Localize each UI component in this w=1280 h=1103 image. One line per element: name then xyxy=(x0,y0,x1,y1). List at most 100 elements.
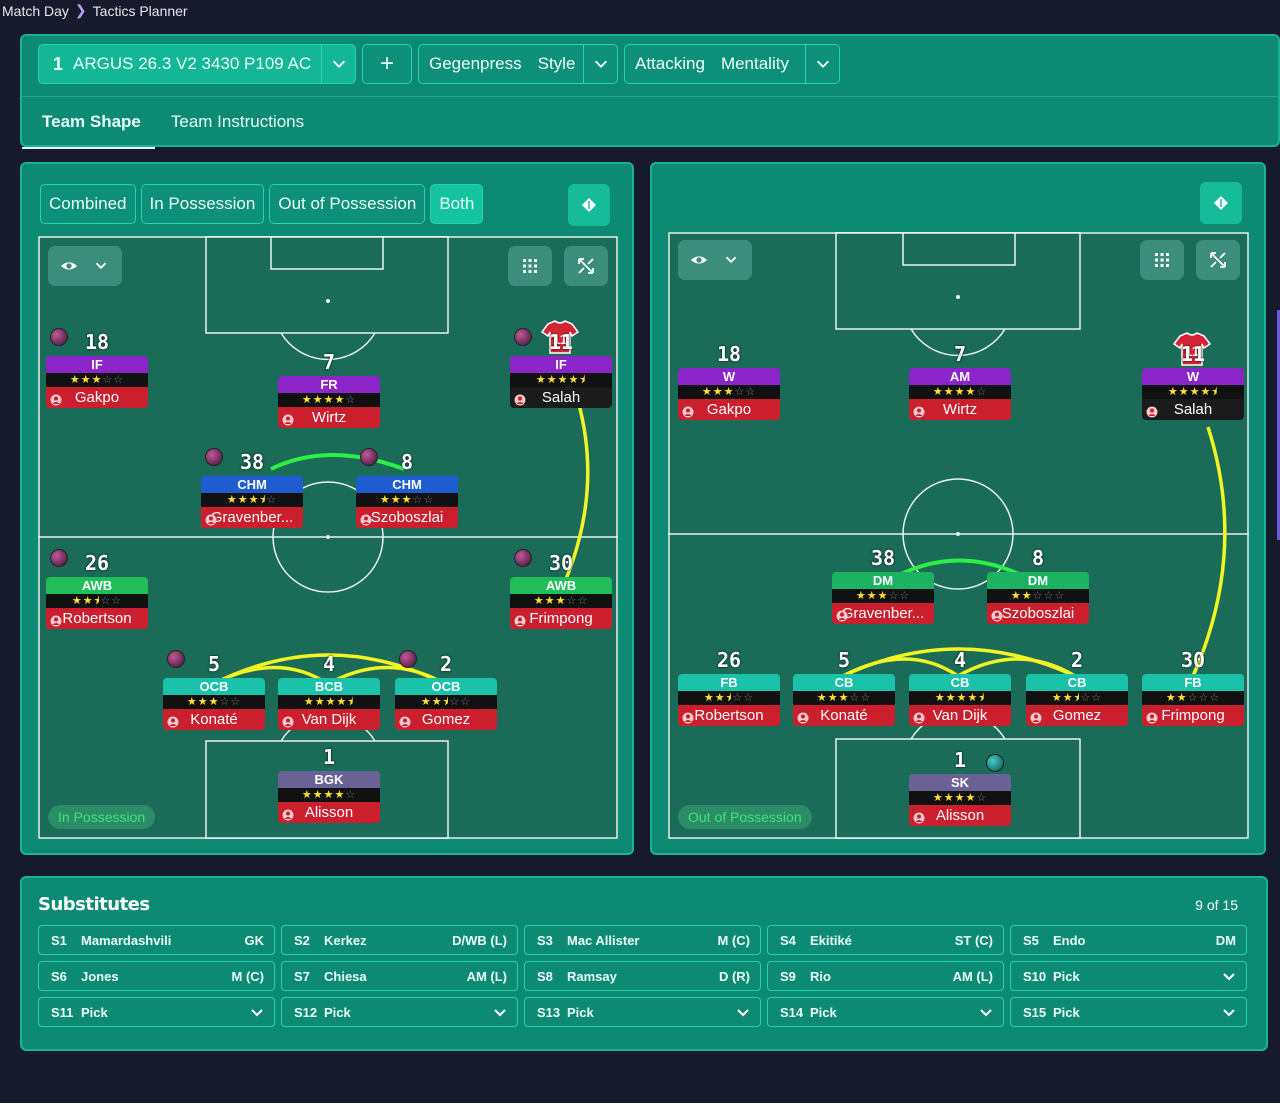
mentality-label: Mentality xyxy=(720,54,789,73)
player-card[interactable]: 8 DM ★★☆☆☆ Szoboszlai xyxy=(987,546,1089,624)
sub-position: M (C) xyxy=(717,932,751,948)
player-card[interactable]: 7 FR ★★★★☆ Wirtz xyxy=(278,350,380,428)
player-number: 38 xyxy=(239,450,265,474)
chevron-down-icon[interactable] xyxy=(979,1005,993,1019)
player-card[interactable]: 5 OCB ★★★☆☆ Konaté xyxy=(163,650,265,730)
diamond-icon[interactable] xyxy=(1200,182,1242,224)
sub-player-name: Ekitiké xyxy=(810,932,852,948)
substitute-slot[interactable]: S11 Pick xyxy=(38,997,275,1027)
chevron-down-icon[interactable] xyxy=(1222,969,1236,983)
expand-icon[interactable] xyxy=(1196,240,1240,280)
substitute-slot[interactable]: S15 Pick xyxy=(1010,997,1247,1027)
add-tactic-button[interactable]: + xyxy=(362,44,412,84)
person-icon xyxy=(991,607,1003,622)
substitute-slot[interactable]: S7 Chiesa AM (L) xyxy=(281,961,518,991)
substitute-slot[interactable]: S4 Ekitiké ST (C) xyxy=(767,925,1004,955)
player-number: 4 xyxy=(322,652,336,676)
player-name-bar: Szoboszlai xyxy=(356,507,458,528)
player-role: CHM xyxy=(356,476,458,493)
player-number: 11 xyxy=(1180,342,1206,366)
player-role: DM xyxy=(832,572,934,589)
view-both-button[interactable]: Both xyxy=(430,184,484,224)
grid-icon[interactable] xyxy=(508,246,552,286)
substitute-slot[interactable]: S10 Pick xyxy=(1010,961,1247,991)
sub-player-name: Kerkez xyxy=(324,932,367,948)
substitute-slot[interactable]: S12 Pick xyxy=(281,997,518,1027)
visibility-toggle[interactable] xyxy=(678,240,752,280)
expand-icon[interactable] xyxy=(564,246,608,286)
chevron-down-icon[interactable] xyxy=(321,45,355,83)
chevron-down-icon[interactable] xyxy=(493,1005,507,1019)
player-card[interactable]: 30 FB ★★☆☆☆ Frimpong xyxy=(1142,648,1244,726)
sub-slot-label: S2 xyxy=(294,932,310,948)
chevron-down-icon[interactable] xyxy=(1222,1005,1236,1019)
player-number: 18 xyxy=(84,330,110,354)
substitute-slot[interactable]: S6 Jones M (C) xyxy=(38,961,275,991)
view-in-possession-button[interactable]: In Possession xyxy=(140,184,265,224)
grid-icon[interactable] xyxy=(1140,240,1184,280)
player-number: 38 xyxy=(870,546,896,570)
player-card[interactable]: 1 SK ★★★★☆ Alisson xyxy=(909,748,1011,826)
player-card[interactable]: 8 CHM ★★★☆☆ Szoboszlai xyxy=(356,448,458,528)
chevron-down-icon[interactable] xyxy=(805,45,839,83)
player-role: FB xyxy=(678,674,780,691)
substitute-slot[interactable]: S2 Kerkez D/WB (L) xyxy=(281,925,518,955)
tab-team-shape[interactable]: Team Shape xyxy=(22,100,155,149)
substitute-slot[interactable]: S13 Pick xyxy=(524,997,761,1027)
substitute-slot[interactable]: S14 Pick xyxy=(767,997,1004,1027)
player-card[interactable]: 38 CHM ★★★⯨☆ Gravenber... xyxy=(201,448,303,528)
mentality-select[interactable]: Attacking Mentality xyxy=(624,44,840,84)
player-card[interactable]: 7 AM ★★★★☆ Wirtz xyxy=(909,342,1011,420)
player-name: Gomez xyxy=(421,711,471,728)
sub-player-name: Mamardashvili xyxy=(81,932,172,948)
player-card[interactable]: 30 AWB ★★★☆☆ Frimpong xyxy=(510,549,612,629)
player-number: 2 xyxy=(439,652,453,676)
chevron-down-icon xyxy=(725,256,737,264)
chevron-down-icon[interactable] xyxy=(736,1005,750,1019)
player-name: Alisson xyxy=(304,804,354,821)
role-rating-stars: ★★★☆☆ xyxy=(678,385,780,399)
player-card[interactable]: 4 BCB ★★★★⯨ Van Dijk xyxy=(278,652,380,730)
sub-slot-label: S8 xyxy=(537,968,553,984)
person-icon xyxy=(797,709,809,724)
substitute-slot[interactable]: S5 Endo DM xyxy=(1010,925,1247,955)
diamond-icon[interactable] xyxy=(568,184,610,226)
chevron-down-icon[interactable] xyxy=(583,45,617,83)
substitute-slot[interactable]: S3 Mac Allister M (C) xyxy=(524,925,761,955)
visibility-toggle[interactable] xyxy=(48,246,122,286)
player-card[interactable]: 11 11 IF ★★★★⯨ Salah xyxy=(510,320,612,408)
player-role: SK xyxy=(909,774,1011,791)
substitute-slot[interactable]: S8 Ramsay D (R) xyxy=(524,961,761,991)
chevron-down-icon[interactable] xyxy=(250,1005,264,1019)
tactic-select[interactable]: 1 ARGUS 26.3 V2 3430 P109 AC xyxy=(38,44,356,84)
substitutes-grid: S1 Mamardashvili GK S2 Kerkez D/WB (L) S3 Mac A… xyxy=(38,925,1247,1027)
player-card[interactable]: 2 CB ★★⯨☆☆ Gomez xyxy=(1026,648,1128,726)
view-out-of-possession-button[interactable]: Out of Possession xyxy=(269,184,426,224)
player-card[interactable]: 5 CB ★★★☆☆ Konaté xyxy=(793,648,895,726)
substitute-slot[interactable]: S1 Mamardashvili GK xyxy=(38,925,275,955)
player-role: CB xyxy=(1026,674,1128,691)
pitch-panel-right: Out of Possession 18 W ★★★☆☆ Gakpo 7 AM ★★★★☆ W… xyxy=(650,162,1266,855)
substitute-slot[interactable]: S9 Rio AM (L) xyxy=(767,961,1004,991)
player-card[interactable]: 18 IF ★★★☆☆ Gakpo xyxy=(46,328,148,408)
player-role: CB xyxy=(909,674,1011,691)
player-card[interactable]: 26 AWB ★★⯨☆☆ Robertson xyxy=(46,549,148,629)
role-rating-stars: ★★★☆☆ xyxy=(832,589,934,603)
tab-team-instructions[interactable]: Team Instructions xyxy=(171,100,304,144)
style-select[interactable]: Gegenpress Style xyxy=(418,44,618,84)
player-card[interactable]: 1 BGK ★★★★☆ Alisson xyxy=(278,745,380,823)
role-rating-stars: ★★★★⯨ xyxy=(1142,385,1244,399)
player-number: 5 xyxy=(837,648,851,672)
substitutes-count: 9 of 15 xyxy=(1195,897,1238,913)
player-card[interactable]: 2 OCB ★★⯨☆☆ Gomez xyxy=(395,650,497,730)
breadcrumb-root[interactable]: Match Day xyxy=(2,3,69,19)
view-combined-button[interactable]: Combined xyxy=(40,184,136,224)
player-card[interactable]: 18 W ★★★☆☆ Gakpo xyxy=(678,342,780,420)
sub-position: M (C) xyxy=(231,968,265,984)
player-card[interactable]: 4 CB ★★★★⯨ Van Dijk xyxy=(909,648,1011,726)
player-card[interactable]: 26 FB ★★⯨☆☆ Robertson xyxy=(678,648,780,726)
chevron-right-icon: ❯ xyxy=(74,2,87,18)
player-card[interactable]: 11 11 W ★★★★⯨ Salah xyxy=(1142,332,1244,420)
player-card[interactable]: 38 DM ★★★☆☆ Gravenber... xyxy=(832,546,934,624)
player-number: 4 xyxy=(953,648,967,672)
